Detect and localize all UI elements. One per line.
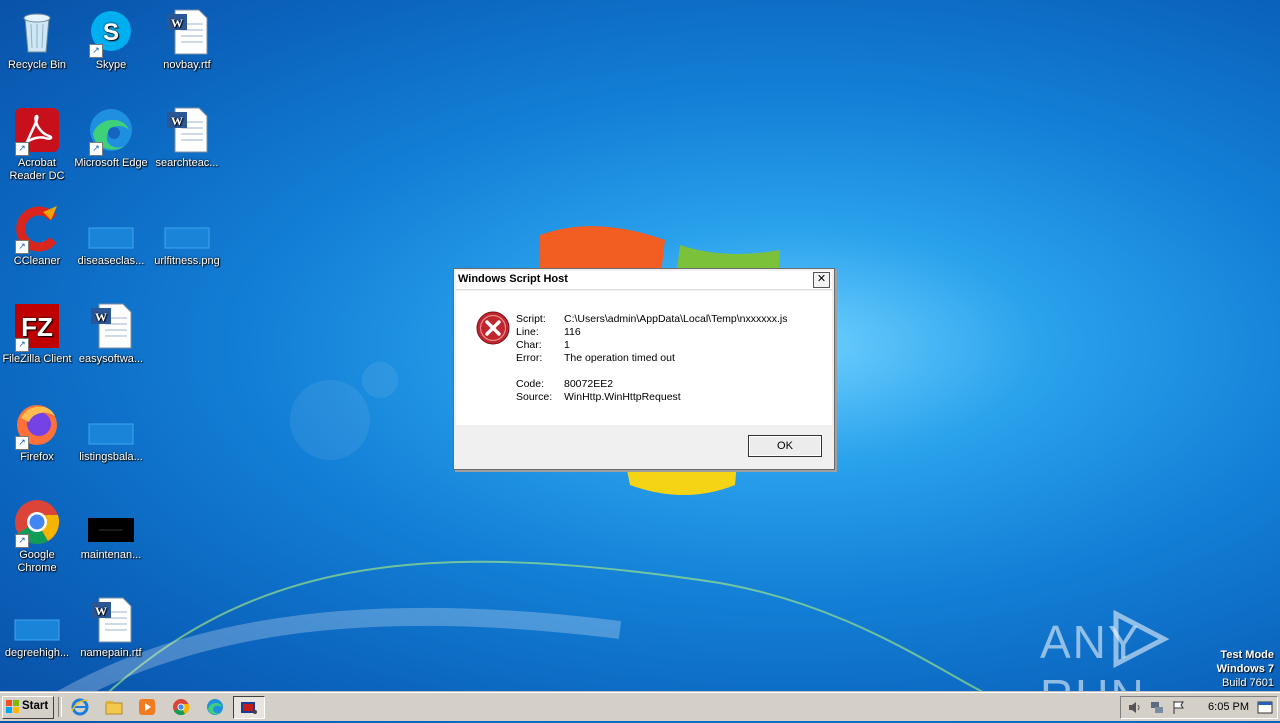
word-document-icon: W xyxy=(87,596,135,644)
close-button[interactable]: ✕ xyxy=(813,272,830,288)
desktop-icon-label: Acrobat Reader DC xyxy=(9,157,65,182)
dialog-body: Script: C:\Users\admin\AppData\Local\Temp… xyxy=(456,291,832,425)
desktop-icon-easysoftwa[interactable]: W easysoftwa... xyxy=(74,302,148,366)
desktop-icon-label: Microsoft Edge xyxy=(74,157,148,169)
build-label: Build 7601 xyxy=(1222,677,1274,689)
dialog-title: Windows Script Host xyxy=(458,273,568,285)
recycle-bin-icon xyxy=(13,8,61,56)
show-desktop-icon[interactable] xyxy=(1257,700,1273,715)
desktop-icon-firefox[interactable]: ↗ Firefox xyxy=(0,400,74,464)
desktop-icon-novbay-rtf[interactable]: W novbay.rtf xyxy=(150,8,224,72)
image-file-icon xyxy=(163,204,211,252)
volume-icon[interactable] xyxy=(1127,700,1143,715)
ccleaner-icon: ↗ xyxy=(13,204,61,254)
os-info: Test Mode Windows 7 Build 7601 xyxy=(1217,648,1274,690)
shortcut-arrow-icon: ↗ xyxy=(15,240,29,254)
desktop-icon-label: novbay.rtf xyxy=(163,59,211,71)
desktop-icon-label: diseaseclas... xyxy=(77,255,145,267)
desktop-icon-label: Recycle Bin xyxy=(7,59,67,71)
system-tray: 6:05 PM xyxy=(1120,696,1278,719)
field-error: Error: The operation timed out xyxy=(516,352,675,364)
word-document-icon: W xyxy=(163,106,211,154)
desktop-icon-acrobat[interactable]: ↗ Acrobat Reader DC xyxy=(0,106,74,183)
shortcut-arrow-icon: ↗ xyxy=(15,142,29,156)
error-icon xyxy=(476,311,510,345)
windows-version-label: Windows 7 xyxy=(1216,663,1274,675)
desktop-icon-ccleaner[interactable]: ↗ CCleaner xyxy=(0,204,74,268)
desktop-icon-label: degreehigh... xyxy=(4,647,70,659)
file-explorer-icon[interactable] xyxy=(104,697,124,717)
word-document-icon: W xyxy=(163,8,211,56)
desktop-icon-label: Firefox xyxy=(20,451,54,463)
desktop-icon-label: maintenan... xyxy=(80,549,142,561)
taskbar: Start 6:05 PM xyxy=(0,692,1280,721)
field-code: Code: 80072EE2 xyxy=(516,378,614,390)
blank-file-icon xyxy=(87,400,135,448)
desktop-icon-urlfitness[interactable]: urlfitness.png xyxy=(150,204,224,268)
desktop-icon-label: urlfitness.png xyxy=(154,255,220,267)
desktop-icon-diseaseclas[interactable]: diseaseclas... xyxy=(74,204,148,268)
desktop-icon-label: CCleaner xyxy=(13,255,61,267)
shortcut-arrow-icon: ↗ xyxy=(89,142,103,156)
edge-taskbar-icon[interactable] xyxy=(205,697,225,717)
black-thumbnail-icon xyxy=(87,498,135,546)
desktop-icon-skype[interactable]: S ↗ Skype xyxy=(74,8,148,72)
edge-icon: ↗ xyxy=(87,106,135,156)
network-icon[interactable] xyxy=(1149,700,1165,715)
desktop-icon-label: searchteac... xyxy=(155,157,219,169)
action-center-flag-icon[interactable] xyxy=(1171,700,1187,715)
svg-text:W: W xyxy=(95,604,107,618)
windows-flag-icon xyxy=(6,700,19,713)
desktop-icon-recycle-bin[interactable]: Recycle Bin xyxy=(0,8,74,72)
field-script: Script: C:\Users\admin\AppData\Local\Temp… xyxy=(516,313,788,325)
svg-text:S: S xyxy=(103,19,119,46)
svg-text:W: W xyxy=(171,114,183,128)
ok-button[interactable]: OK xyxy=(748,435,822,457)
desktop-icon-searchteac[interactable]: W searchteac... xyxy=(150,106,224,170)
desktop-icon-maintenan[interactable]: maintenan... xyxy=(74,498,148,562)
start-button[interactable]: Start xyxy=(2,696,54,719)
script-host-icon xyxy=(241,702,257,714)
chrome-taskbar-icon[interactable] xyxy=(171,697,191,717)
chrome-icon: ↗ xyxy=(13,498,61,548)
media-player-icon[interactable] xyxy=(137,697,157,717)
dialog-title-bar[interactable]: Windows Script Host ✕ xyxy=(456,271,832,290)
shortcut-arrow-icon: ↗ xyxy=(15,534,29,548)
acrobat-icon: ↗ xyxy=(13,106,61,156)
desktop-icon-label: Skype xyxy=(95,59,127,71)
shortcut-arrow-icon: ↗ xyxy=(89,44,103,58)
start-label: Start xyxy=(22,700,49,712)
desktop-icon-chrome[interactable]: ↗ Google Chrome xyxy=(0,498,74,575)
shortcut-arrow-icon: ↗ xyxy=(15,436,29,450)
svg-text:W: W xyxy=(95,310,107,324)
desktop-icon-filezilla[interactable]: FZ ↗ FileZilla Client xyxy=(0,302,74,366)
desktop-icon-label: FileZilla Client xyxy=(2,353,72,365)
taskbar-active-script-host[interactable] xyxy=(233,696,265,719)
filezilla-icon: FZ ↗ xyxy=(13,302,61,352)
desktop-icon-namepain-rtf[interactable]: W namepain.rtf xyxy=(74,596,148,660)
internet-explorer-icon[interactable] xyxy=(70,697,90,717)
desktop-icon-degreehigh[interactable]: degreehigh... xyxy=(0,596,74,660)
skype-icon: S ↗ xyxy=(87,8,135,58)
desktop-icon-label: namepain.rtf xyxy=(80,647,142,659)
desktop-icon-listingsbala[interactable]: listingsbala... xyxy=(74,400,148,464)
shortcut-arrow-icon: ↗ xyxy=(15,338,29,352)
desktop-icon-edge[interactable]: ↗ Microsoft Edge xyxy=(74,106,148,170)
svg-text:W: W xyxy=(171,16,183,30)
error-details: Script: C:\Users\admin\AppData\Local\Temp… xyxy=(516,313,788,404)
script-host-dialog: Windows Script Host ✕ Script: C:\Users\ad… xyxy=(453,268,835,470)
blank-file-icon xyxy=(87,204,135,252)
word-document-icon: W xyxy=(87,302,135,350)
desktop-icon-label: listingsbala... xyxy=(79,451,143,463)
firefox-icon: ↗ xyxy=(13,400,61,450)
test-mode-label: Test Mode xyxy=(1220,649,1274,661)
desktop-icon-label: easysoftwa... xyxy=(78,353,144,365)
field-line: Line: 116 xyxy=(516,326,581,338)
clock[interactable]: 6:05 PM xyxy=(1208,701,1249,713)
taskbar-separator xyxy=(58,697,62,717)
field-source: Source: WinHttp.WinHttpRequest xyxy=(516,391,681,403)
desktop-icon-label: Google Chrome xyxy=(17,549,57,574)
blank-file-icon xyxy=(13,596,61,644)
field-char: Char: 1 xyxy=(516,339,570,351)
